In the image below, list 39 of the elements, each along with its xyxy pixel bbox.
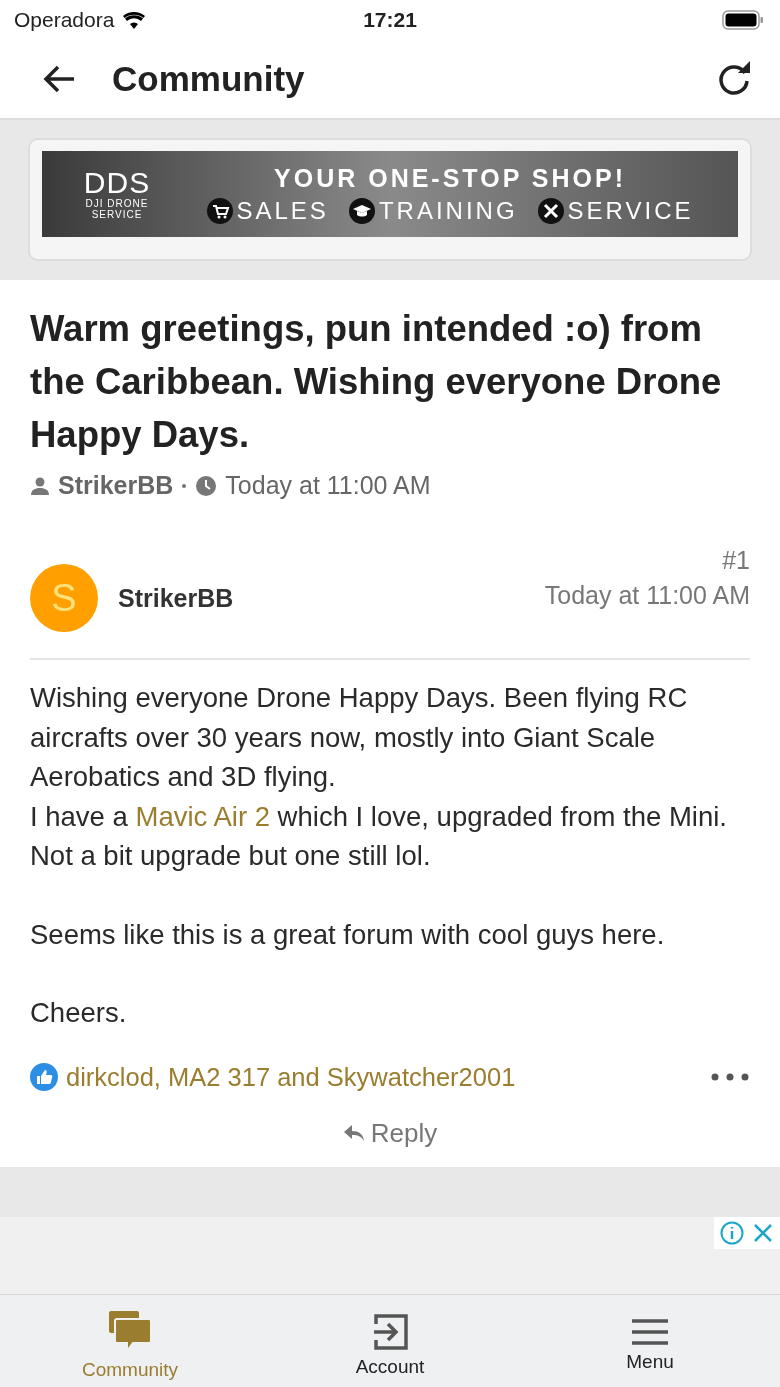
post-link[interactable]: Mavic Air 2 bbox=[135, 800, 270, 832]
info-icon[interactable] bbox=[720, 1221, 744, 1245]
post-paragraph: Seems like this is a great forum with cool guys here. bbox=[30, 917, 666, 952]
post-author[interactable]: StrikerBB bbox=[118, 583, 545, 613]
page-title: Community bbox=[112, 59, 306, 99]
post-paragraph: I have a Mavic Air 2 which I love, upgraded from the Mini. Not a bit upgrade but one still lol. bbox=[30, 799, 728, 873]
battery-icon bbox=[722, 10, 764, 30]
reply-arrow-icon bbox=[342, 1123, 365, 1143]
tab-bar-item[interactable]: Menu bbox=[520, 1295, 780, 1387]
banner-logo: DDS bbox=[83, 168, 151, 198]
thread-title: Warm greetings, pun intended :o) from the Caribbean. Wishing everyone Drone Happy Days. bbox=[30, 307, 723, 457]
reaction-users[interactable]: dirkclod, MA2 317 and Skywatcher2001 bbox=[66, 1062, 702, 1092]
reply-button[interactable]: Reply bbox=[342, 1117, 438, 1149]
wifi-icon bbox=[122, 11, 147, 29]
dot-separator-icon bbox=[181, 482, 188, 489]
thread-author[interactable]: StrikerBB bbox=[58, 471, 174, 500]
banner-headline: YOUR ONE-STOP SHOP! bbox=[274, 163, 626, 193]
menu-icon bbox=[630, 1317, 670, 1347]
banner-label: TRAINING bbox=[378, 196, 518, 225]
user-icon bbox=[30, 475, 50, 496]
cap-icon bbox=[348, 197, 375, 224]
post-number[interactable]: #1 bbox=[722, 546, 750, 575]
cart-icon bbox=[206, 197, 233, 224]
thread-date: Today at 11:00 AM bbox=[225, 471, 431, 500]
clock-time: 17:21 bbox=[362, 8, 418, 32]
banner-label: SERVICE bbox=[567, 196, 694, 225]
back-button[interactable] bbox=[42, 64, 76, 94]
like-icon bbox=[30, 1063, 58, 1091]
carrier-name: Operadora bbox=[14, 8, 115, 32]
ad-banner[interactable]: DDS DJI DRONE SERVICE YOUR ONE-STOP SHOP! SALES TRAINING SERVICE bbox=[42, 151, 738, 237]
post-paragraph: Wishing everyone Drone Happy Days. Been flying RC aircrafts over 30 years now, mostly into Giant Scale Aerobatics and 3D flying. bbox=[30, 681, 689, 794]
tab-bar-item[interactable]: Account bbox=[260, 1295, 520, 1387]
post-date: Today at 11:00 AM bbox=[544, 581, 750, 610]
more-button[interactable] bbox=[710, 1072, 750, 1082]
banner-label: SALES bbox=[236, 196, 329, 225]
tab-bar-item[interactable]: Community bbox=[0, 1295, 260, 1387]
banner-logo-caption: DJI DRONE SERVICE bbox=[84, 198, 150, 220]
clock-icon bbox=[195, 474, 218, 497]
post-paragraph: Cheers. bbox=[30, 996, 128, 1030]
